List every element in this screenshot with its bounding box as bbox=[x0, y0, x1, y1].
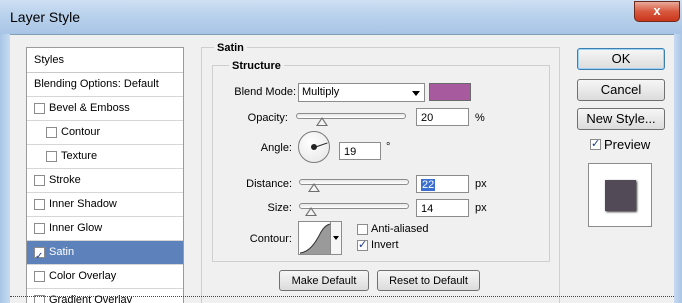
style-checkbox[interactable] bbox=[46, 127, 57, 138]
style-preview bbox=[588, 163, 652, 227]
angle-input[interactable]: 19 bbox=[339, 142, 381, 160]
ok-button[interactable]: OK bbox=[577, 48, 665, 70]
cancel-label: Cancel bbox=[600, 82, 642, 97]
angle-dial-center bbox=[311, 144, 317, 150]
reset-to-default-label: Reset to Default bbox=[389, 275, 468, 287]
size-slider-thumb[interactable] bbox=[304, 207, 317, 216]
new-style-button[interactable]: New Style... bbox=[577, 108, 665, 130]
new-style-label: New Style... bbox=[586, 111, 656, 126]
angle-dial[interactable] bbox=[298, 131, 330, 163]
opacity-unit: % bbox=[475, 112, 485, 124]
window-frame-right bbox=[674, 34, 682, 303]
angle-label: Angle: bbox=[260, 142, 292, 154]
style-item-bevel-emboss[interactable]: Bevel & Emboss bbox=[27, 97, 183, 121]
satin-group-title: Satin bbox=[214, 42, 247, 54]
invert-checkbox[interactable] bbox=[357, 238, 368, 251]
style-checkbox[interactable] bbox=[46, 151, 57, 162]
opacity-slider-track[interactable] bbox=[296, 113, 406, 119]
dialog-title: Layer Style bbox=[10, 9, 81, 25]
preview-checkbox[interactable] bbox=[590, 137, 601, 150]
ok-label: OK bbox=[611, 51, 631, 66]
chevron-down-icon bbox=[333, 236, 339, 240]
styles-header[interactable]: Styles bbox=[27, 48, 183, 73]
style-checkbox[interactable] bbox=[34, 223, 45, 234]
style-item-color-overlay[interactable]: Color Overlay bbox=[27, 265, 183, 289]
chevron-down-icon bbox=[412, 91, 420, 96]
size-label: Size: bbox=[267, 202, 292, 214]
layer-style-dialog: Layer Style x Styles Blending Options: D… bbox=[0, 0, 682, 303]
title-bar[interactable]: Layer Style x bbox=[0, 0, 682, 35]
style-item-blending-options-default[interactable]: Blending Options: Default bbox=[27, 73, 183, 97]
reset-to-default-button[interactable]: Reset to Default bbox=[377, 270, 480, 291]
angle-unit: ° bbox=[386, 141, 391, 153]
distance-input[interactable]: 22 bbox=[416, 175, 469, 193]
blend-mode-value: Multiply bbox=[302, 86, 340, 98]
style-item-label: Bevel & Emboss bbox=[49, 102, 130, 114]
close-icon: x bbox=[653, 3, 661, 18]
distance-value: 22 bbox=[421, 179, 436, 191]
blend-color-swatch[interactable] bbox=[429, 83, 471, 101]
anti-aliased-checkbox[interactable] bbox=[357, 224, 368, 235]
opacity-slider-thumb[interactable] bbox=[315, 117, 328, 126]
style-checkbox[interactable] bbox=[34, 245, 45, 268]
size-value: 14 bbox=[421, 203, 434, 215]
angle-value: 19 bbox=[344, 146, 357, 158]
style-item-label: Color Overlay bbox=[49, 270, 117, 282]
blend-mode-select[interactable]: Multiply bbox=[298, 83, 425, 102]
styles-list: Styles Blending Options: Default Bevel & … bbox=[26, 47, 184, 303]
opacity-input[interactable]: 20 bbox=[416, 108, 469, 126]
style-item-label: Texture bbox=[61, 150, 98, 162]
style-item-inner-glow[interactable]: Inner Glow bbox=[27, 217, 183, 241]
style-item-inner-shadow[interactable]: Inner Shadow bbox=[27, 193, 183, 217]
make-default-label: Make Default bbox=[291, 275, 357, 287]
style-checkbox[interactable] bbox=[34, 103, 45, 114]
focus-dotted-line bbox=[10, 296, 674, 297]
style-item-label: Stroke bbox=[49, 174, 81, 186]
style-preview-swatch bbox=[605, 180, 636, 211]
cancel-button[interactable]: Cancel bbox=[577, 79, 665, 101]
style-item-label: Inner Glow bbox=[49, 222, 103, 234]
size-input[interactable]: 14 bbox=[416, 199, 469, 217]
style-item-satin[interactable]: Satin bbox=[27, 241, 183, 268]
opacity-value: 20 bbox=[421, 112, 434, 124]
contour-label: Contour: bbox=[249, 233, 292, 245]
style-checkbox[interactable] bbox=[34, 175, 45, 186]
style-item-label: Satin bbox=[49, 246, 75, 258]
style-checkbox[interactable] bbox=[34, 199, 45, 210]
distance-label: Distance: bbox=[246, 178, 292, 190]
size-unit: px bbox=[475, 202, 487, 214]
style-item-stroke[interactable]: Stroke bbox=[27, 169, 183, 193]
distance-slider-thumb[interactable] bbox=[307, 183, 320, 192]
contour-dropdown-button[interactable] bbox=[330, 221, 342, 255]
style-checkbox[interactable] bbox=[34, 271, 45, 282]
distance-unit: px bbox=[475, 178, 487, 190]
blend-mode-label: Blend Mode: bbox=[234, 86, 296, 98]
style-item-contour[interactable]: Contour bbox=[27, 121, 183, 145]
opacity-label: Opacity: bbox=[247, 112, 288, 124]
style-item-texture[interactable]: Texture bbox=[27, 145, 183, 169]
make-default-button[interactable]: Make Default bbox=[279, 270, 369, 291]
invert-label[interactable]: Invert bbox=[371, 239, 399, 251]
style-item-label: Inner Shadow bbox=[49, 198, 117, 210]
style-items: Blending Options: Default Bevel & Emboss C… bbox=[27, 73, 183, 303]
structure-group-title: Structure bbox=[229, 60, 284, 72]
anti-aliased-label[interactable]: Anti-aliased bbox=[371, 223, 428, 235]
style-item-label: Blending Options: Default bbox=[34, 78, 159, 90]
style-item-label: Contour bbox=[61, 126, 101, 138]
close-button[interactable]: x bbox=[634, 1, 680, 22]
window-frame-left bbox=[0, 34, 10, 303]
preview-label[interactable]: Preview bbox=[604, 137, 650, 152]
